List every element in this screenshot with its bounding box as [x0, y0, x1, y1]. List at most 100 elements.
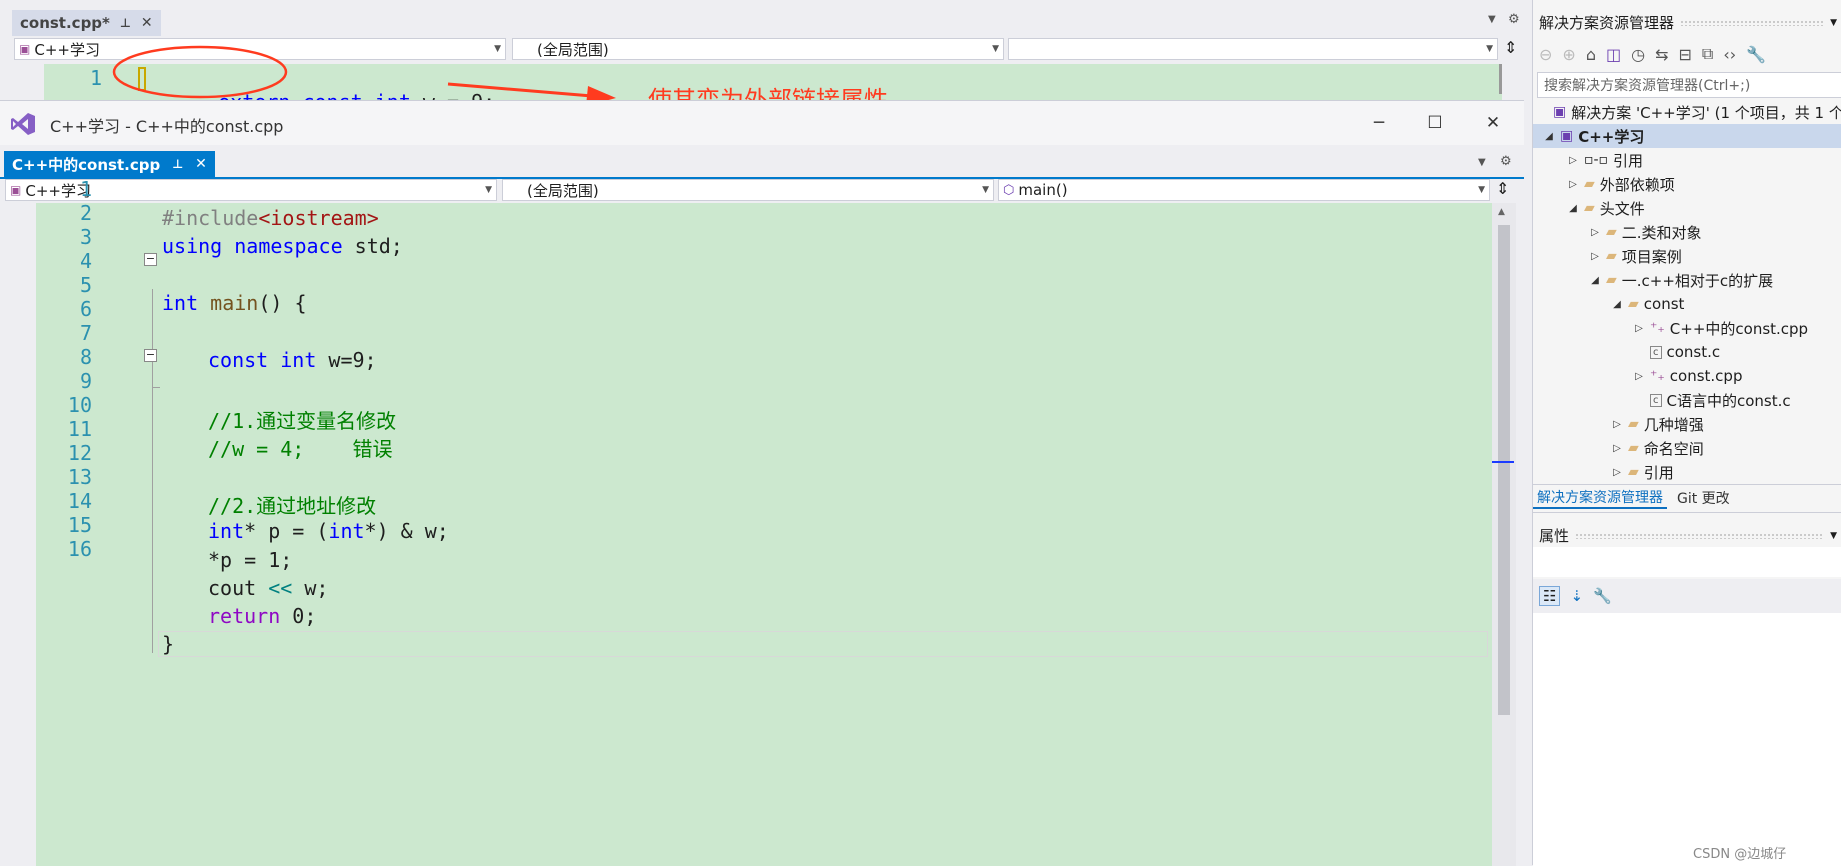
tree-item-external-dependencies[interactable]: ▷ ▰ 外部依赖项	[1567, 172, 1675, 196]
tree-item-solution[interactable]: ▣ 解决方案 'C++学习' (1 个项目，共 1 个	[1553, 100, 1841, 124]
tree-item-label: C++中的const.cpp	[1669, 319, 1809, 338]
split-icon[interactable]: ⇕	[1496, 179, 1509, 198]
keyword: namespace	[234, 234, 343, 258]
tree-item-references[interactable]: ▷ ▫‐▫ 引用	[1567, 148, 1643, 172]
tree-item-projects[interactable]: ▷ ▰ 项目案例	[1589, 244, 1682, 268]
tree-item-label: 外部依赖项	[1599, 175, 1675, 194]
panel-title: 属性	[1539, 527, 1570, 545]
code-line-8: //1.通过变量名修改	[208, 409, 397, 433]
code-icon[interactable]: ‹›	[1723, 45, 1736, 64]
tree-item-classes[interactable]: ▷ ▰ 二.类和对象	[1589, 220, 1701, 244]
tree-item-label: const.cpp	[1669, 367, 1743, 385]
line-number: 10	[67, 393, 92, 417]
tree-item-const-cpp[interactable]: ▷ ⁺₊ const.cpp	[1633, 364, 1742, 388]
pin-icon[interactable]: ⊥	[172, 157, 183, 171]
gear-icon[interactable]: ⚙	[1500, 154, 1512, 169]
tree-item-namespaces[interactable]: ▷ ▰ 命名空间	[1611, 436, 1704, 460]
maximize-button[interactable]: ☐	[1412, 101, 1458, 145]
references-icon: ▫‐▫	[1584, 152, 1609, 168]
member-dropdown[interactable]: ⬡ main() ▼	[998, 179, 1490, 201]
properties-header[interactable]: 属性 ▼	[1539, 525, 1837, 546]
operator: <<	[268, 576, 293, 600]
tree-item-const-folder[interactable]: ◢ ▰ const	[1611, 292, 1684, 316]
tree-item-references-folder[interactable]: ▷ ▰ 引用	[1611, 460, 1674, 484]
collapse-icon[interactable]: −	[144, 349, 157, 362]
cube-icon: ⬡	[1003, 182, 1015, 198]
wrench-icon[interactable]: 🔧	[1593, 587, 1612, 605]
sync-icon[interactable]: ⇆	[1655, 45, 1668, 64]
code-text: cout	[208, 576, 269, 600]
categorized-icon[interactable]: ☷	[1539, 586, 1561, 606]
expanded-icon[interactable]: ◢	[1543, 131, 1555, 142]
function-name: main	[198, 291, 259, 315]
drag-handle[interactable]	[1575, 532, 1825, 539]
tree-item-header-files[interactable]: ◢ ▰ 头文件	[1567, 196, 1645, 220]
collapsed-icon[interactable]: ▷	[1589, 251, 1601, 262]
code-text: 0;	[280, 604, 317, 628]
line-number: 13	[67, 465, 92, 489]
collapse-all-icon[interactable]: ⊟	[1678, 45, 1691, 64]
line-number: 4	[79, 249, 92, 273]
minimize-button[interactable]: ─	[1356, 101, 1402, 145]
wrench-icon[interactable]: 🔧	[1746, 45, 1766, 64]
chevron-down-icon[interactable]: ▼	[1830, 18, 1837, 28]
split-icon[interactable]: ⇕	[1504, 38, 1517, 57]
tab-cpp-const[interactable]: C++中的const.cpp ⊥ ✕	[4, 151, 215, 177]
solution-explorer-header[interactable]: 解决方案资源管理器 ▼	[1539, 12, 1837, 33]
expanded-icon[interactable]: ◢	[1611, 299, 1623, 310]
switch-view-icon[interactable]: ◫	[1606, 45, 1621, 64]
tab-dropdown-icon[interactable]: ▼	[1488, 14, 1496, 25]
tree-item-cpp-extensions[interactable]: ◢ ▰ 一.c++相对于c的扩展	[1589, 268, 1773, 292]
show-all-files-icon[interactable]: ⧉	[1702, 44, 1713, 64]
collapsed-icon[interactable]: ▷	[1567, 155, 1579, 166]
close-icon[interactable]: ✕	[195, 156, 207, 172]
alphabetical-icon[interactable]: ⇣	[1570, 587, 1583, 605]
filter-folder-icon: ▰	[1584, 200, 1595, 216]
collapsed-icon[interactable]: ▷	[1633, 323, 1645, 334]
tree-item-enhancements[interactable]: ▷ ▰ 几种增强	[1611, 412, 1704, 436]
code-text: w;	[292, 576, 329, 600]
tree-item-label: 头文件	[1599, 199, 1645, 218]
gear-icon[interactable]: ⚙	[1508, 12, 1520, 27]
back-icon[interactable]: ⊖	[1539, 45, 1552, 64]
home-icon[interactable]: ⌂	[1586, 45, 1596, 64]
chevron-down-icon[interactable]: ▼	[1830, 531, 1837, 541]
expanded-icon[interactable]: ◢	[1567, 203, 1579, 214]
code-text: () {	[258, 291, 307, 315]
search-input[interactable]: 搜索解决方案资源管理器(Ctrl+;)	[1537, 72, 1841, 98]
tab-solution-explorer[interactable]: 解决方案资源管理器	[1533, 487, 1667, 509]
tree-item-const-c[interactable]: c const.c	[1650, 340, 1720, 364]
collapsed-icon[interactable]: ▷	[1589, 227, 1601, 238]
history-icon[interactable]: ◷	[1631, 45, 1645, 64]
collapsed-icon[interactable]: ▷	[1611, 467, 1623, 478]
tree-item-cpp-const-cpp[interactable]: ▷ ⁺₊ C++中的const.cpp	[1633, 316, 1808, 340]
scrollbar[interactable]	[1499, 64, 1502, 94]
scope-dropdown[interactable]: (全局范围) ▼	[502, 179, 994, 201]
collapsed-icon[interactable]: ▷	[1611, 443, 1623, 454]
tab-git-changes[interactable]: Git 更改	[1673, 488, 1734, 508]
drag-handle[interactable]	[1680, 19, 1825, 26]
scroll-thumb[interactable]	[1498, 225, 1510, 715]
tab-dropdown-icon[interactable]: ▼	[1478, 157, 1486, 168]
properties-object-selector[interactable]	[1533, 547, 1841, 577]
collapsed-icon[interactable]: ▷	[1633, 371, 1645, 382]
collapsed-icon[interactable]: ▷	[1567, 179, 1579, 190]
vertical-scrollbar[interactable]: ▲	[1492, 203, 1516, 866]
keyword: int	[280, 348, 317, 372]
watermark: CSDN @边城仔	[1693, 847, 1787, 862]
tree-item-label: 引用	[1643, 463, 1674, 482]
tree-item-label: 命名空间	[1643, 439, 1704, 458]
tree-item-label: const	[1643, 295, 1685, 313]
tree-item-label: C++学习	[1578, 127, 1645, 146]
title-bar[interactable]: C++学习 - C++中的const.cpp ─ ☐ ✕	[0, 101, 1524, 145]
forward-icon[interactable]: ⊕	[1562, 45, 1575, 64]
member-dropdown[interactable]: ▼	[1008, 38, 1498, 60]
panel-title: 解决方案资源管理器	[1539, 14, 1675, 32]
collapse-icon[interactable]: −	[144, 253, 157, 266]
tree-item-c-const-c[interactable]: c C语言中的const.c	[1650, 388, 1791, 412]
scroll-up-icon[interactable]: ▲	[1498, 207, 1505, 217]
collapsed-icon[interactable]: ▷	[1611, 419, 1623, 430]
tree-item-project[interactable]: ◢ ▣ C++学习	[1543, 124, 1644, 148]
close-button[interactable]: ✕	[1470, 101, 1516, 145]
expanded-icon[interactable]: ◢	[1589, 275, 1601, 286]
